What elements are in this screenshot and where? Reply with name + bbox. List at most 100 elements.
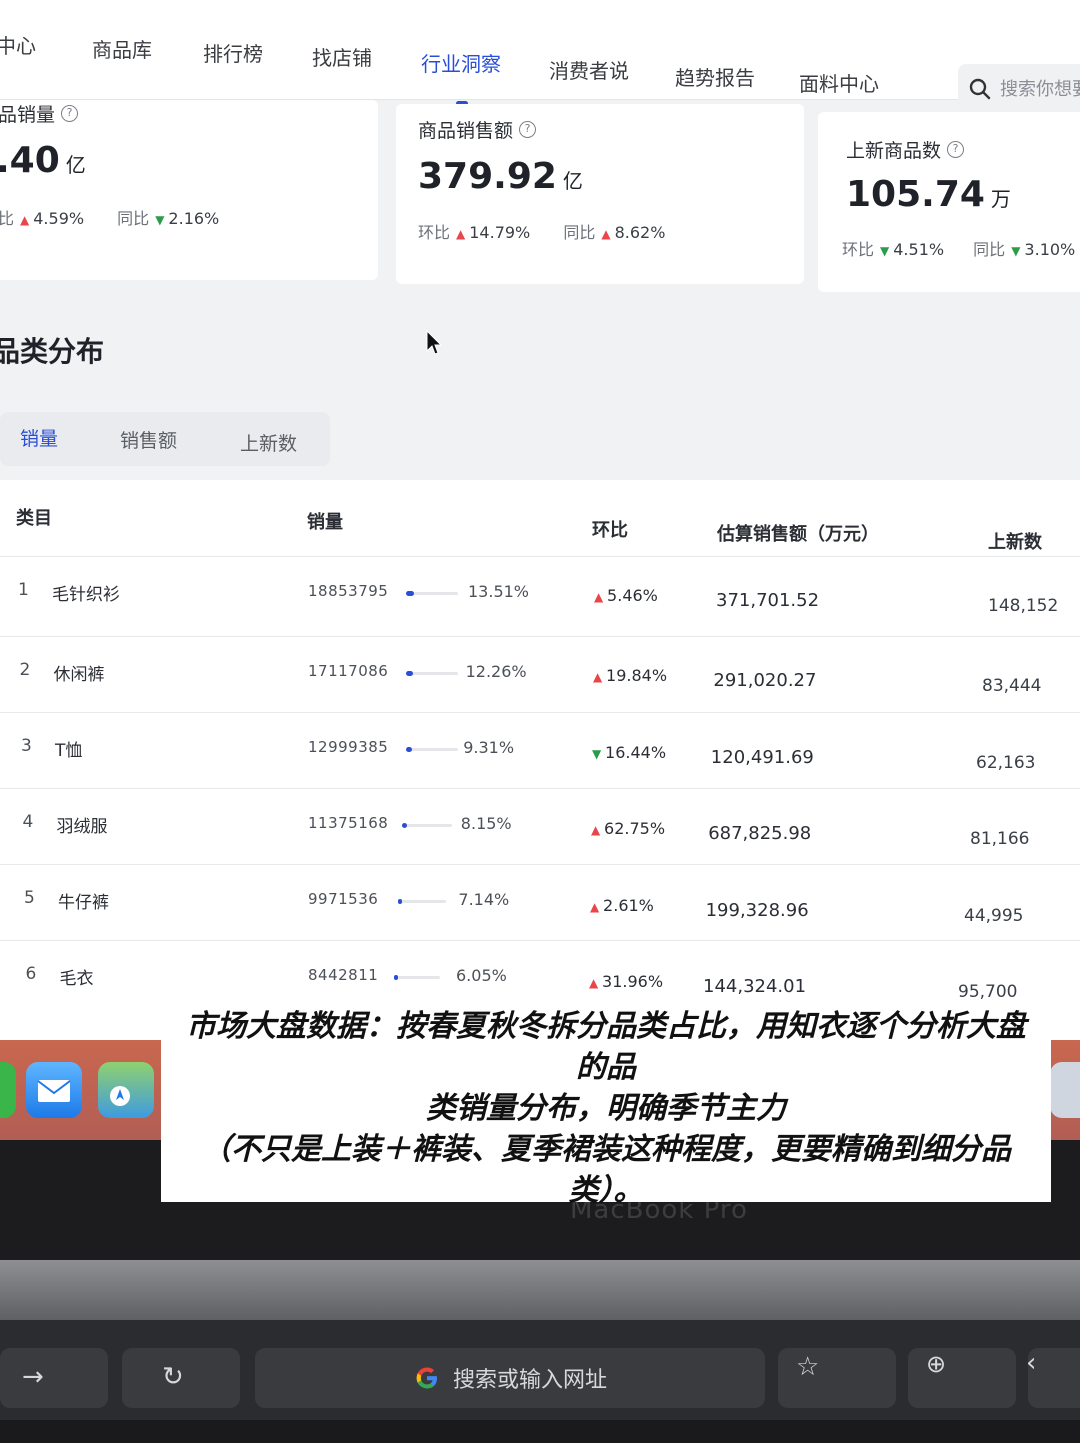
metric-change: 环比 ▼ 4.51% 同比 ▼ 3.10% [842, 240, 1076, 259]
column-header-category[interactable]: 类目 [16, 504, 52, 530]
arrow-up-icon: ▲ [456, 227, 466, 241]
mouse-cursor-icon [426, 330, 442, 355]
mom-change: ▲ 2.61% [590, 896, 654, 915]
category-name: 毛针织衫 [52, 585, 120, 605]
estimated-amount: 291,020.27 [713, 670, 817, 692]
row-rank: 4 [22, 812, 34, 832]
plus-circle-icon: ⊕ [926, 1350, 947, 1378]
metric-card-sales-amount: 商品销售额? 379.92 亿 环比 ▲ 14.79% 同比 ▲ 8.62% [396, 104, 804, 284]
new-count: 81,166 [970, 829, 1030, 850]
category-name: 毛衣 [59, 969, 94, 989]
help-icon[interactable]: ? [519, 121, 537, 138]
share-percent: 12.26% [465, 662, 527, 681]
mom-value: 62.75% [604, 819, 666, 839]
tab-sales-volume[interactable]: 销量 [20, 424, 58, 451]
metric-title: 上新商品数? [846, 136, 965, 163]
nav-item-industry-insight[interactable]: 行业洞察 [421, 48, 501, 77]
laptop-hinge [0, 1260, 1080, 1320]
nav-item-center[interactable]: 中心 [0, 30, 36, 59]
share-bar-fill [402, 823, 407, 828]
arrow-down-icon: ▼ [880, 244, 890, 258]
sales-value: 17117086 [308, 662, 389, 680]
nav-item-fabric-center[interactable]: 面料中心 [799, 68, 879, 97]
category-table: 类目 销量 环比 估算销售额（万元） 上新数 1 毛针织衫 18853795 13.5… [0, 480, 1080, 1040]
mom-change: ▲ 31.96% [589, 972, 663, 991]
column-header-mom[interactable]: 环比 [592, 516, 628, 542]
caption-line-1: 市场大盘数据：按春夏秋冬拆分品类占比，用知衣逐个分析大盘的品 [186, 1008, 1026, 1085]
metric-value: 379.92 亿 [418, 156, 583, 197]
google-logo-icon [416, 1367, 437, 1389]
caption-line-3: （不只是上装＋裤装、夏季裙装这种程度，更要精确到细分品类）。 [201, 1131, 1011, 1208]
mail-icon[interactable] [26, 1062, 82, 1118]
share-bar [406, 747, 458, 752]
nav-item-consumer-voice[interactable]: 消费者说 [549, 55, 629, 84]
arrow-up-icon: ▲ [594, 590, 608, 604]
touchbar-url-field[interactable]: 搜索或输入网址 [255, 1348, 765, 1408]
app-screen: 中心 商品库 排行榜 找店铺 行业洞察 消费者说 趋势报告 面料中心 品销量? … [0, 0, 1080, 1040]
arrow-down-icon: ▼ [1011, 244, 1021, 258]
section-title: 品类分布 [0, 335, 105, 368]
mom-value: 2.61% [603, 895, 654, 915]
category-name: 羽绒服 [56, 817, 108, 837]
metric-title: 品销量? [0, 100, 79, 127]
forward-arrow-icon: → [22, 1362, 44, 1392]
maps-icon[interactable] [98, 1062, 154, 1118]
tab-sales-amount[interactable]: 销售额 [120, 426, 177, 453]
sales-value: 11375168 [308, 814, 389, 832]
nav-item-trend-report[interactable]: 趋势报告 [675, 62, 755, 91]
mom-change: ▲ 62.75% [591, 819, 665, 838]
touchbar-forward-key[interactable] [0, 1348, 108, 1408]
nav-item-product-library[interactable]: 商品库 [92, 34, 152, 63]
share-percent: 6.05% [456, 966, 507, 985]
column-header-amount[interactable]: 估算销售额（万元） [717, 520, 879, 546]
estimated-amount: 144,324.01 [703, 976, 807, 997]
new-count: 148,152 [988, 596, 1059, 616]
touchbar-url-placeholder: 搜索或输入网址 [452, 1368, 607, 1393]
arrow-down-icon: ▼ [155, 213, 165, 227]
search-icon [969, 78, 991, 100]
reload-icon: ↻ [162, 1362, 184, 1392]
share-bar-fill [406, 671, 414, 676]
arrow-up-icon: ▲ [591, 823, 605, 838]
mom-value: 16.44% [605, 742, 667, 762]
app-icon[interactable] [0, 1062, 16, 1118]
tab-new-count[interactable]: 上新数 [240, 429, 297, 456]
column-header-sales[interactable]: 销量 [307, 508, 343, 534]
share-bar-fill [406, 747, 412, 752]
category-name: T恤 [55, 741, 83, 761]
arrow-up-icon: ▲ [590, 899, 604, 914]
row-divider [0, 940, 1080, 941]
share-bar [406, 591, 458, 596]
sales-value: 18853795 [308, 582, 389, 600]
mom-change: ▲ 19.84% [593, 666, 667, 685]
estimated-amount: 120,491.69 [710, 746, 814, 768]
row-rank: 3 [21, 736, 32, 756]
row-divider [0, 636, 1080, 637]
search-input[interactable] [1000, 78, 1080, 100]
metric-value: 105.74 万 [846, 174, 1011, 215]
nav-item-find-stores[interactable]: 找店铺 [312, 42, 372, 71]
new-count: 62,163 [976, 752, 1036, 773]
row-divider [0, 712, 1080, 713]
arrow-down-icon: ▼ [592, 746, 606, 761]
estimated-amount: 687,825.98 [708, 823, 812, 845]
caption-overlay: 市场大盘数据：按春夏秋冬拆分品类占比，用知衣逐个分析大盘的品 类销量分布，明确季… [161, 1009, 1051, 1208]
row-divider [0, 788, 1080, 789]
touchbar-new-tab-key[interactable] [908, 1348, 1016, 1408]
chevron-left-icon: ‹ [1026, 1348, 1037, 1378]
new-count: 44,995 [964, 905, 1024, 926]
star-icon: ☆ [796, 1352, 820, 1382]
search-box[interactable] [958, 64, 1080, 114]
estimated-amount: 371,701.52 [716, 590, 820, 611]
sales-value: 12999385 [308, 738, 389, 756]
nav-item-rankings[interactable]: 排行榜 [203, 38, 263, 67]
mom-value: 5.46% [607, 586, 658, 605]
share-percent: 9.31% [463, 738, 515, 757]
app-icon[interactable] [1050, 1062, 1080, 1118]
help-icon[interactable]: ? [61, 105, 79, 122]
metric-card-sales-volume: 品销量? .40 亿 比 ▲ 4.59% 同比 ▼ 2.16% [0, 100, 378, 280]
column-header-new-count[interactable]: 上新数 [988, 528, 1042, 554]
new-count: 95,700 [958, 982, 1018, 1002]
category-name: 牛仔裤 [58, 893, 109, 913]
help-icon[interactable]: ? [947, 141, 965, 158]
